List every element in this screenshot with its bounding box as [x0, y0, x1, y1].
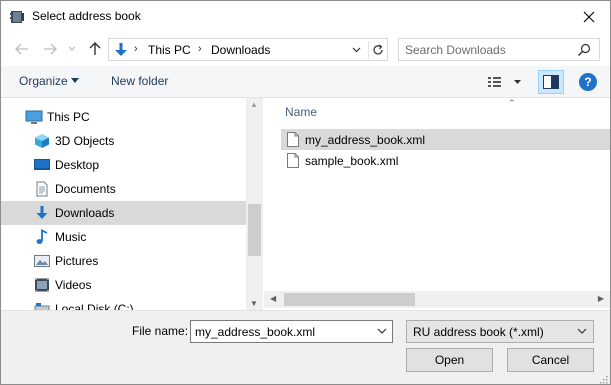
- change-view-button[interactable]: [487, 74, 525, 90]
- file-name-input[interactable]: [195, 324, 371, 340]
- nav-item-downloads[interactable]: Downloads: [1, 201, 246, 225]
- organize-button[interactable]: Organize: [19, 74, 68, 88]
- window-title: Select address book: [32, 9, 141, 23]
- dialog-footer: File name: RU address book (*.xml) Open …: [1, 310, 610, 384]
- breadcrumb-downloads[interactable]: Downloads: [211, 43, 270, 57]
- up-button[interactable]: [85, 38, 105, 60]
- nav-item-videos[interactable]: Videos: [1, 273, 246, 297]
- nav-item-label: Pictures: [55, 254, 99, 268]
- preview-pane-button[interactable]: [538, 70, 564, 94]
- view-details-icon: [488, 77, 521, 87]
- chevron-down-icon: [68, 46, 76, 51]
- nav-item-label: Downloads: [55, 206, 115, 220]
- scroll-left-icon[interactable]: ◀: [270, 294, 276, 303]
- nav-item-label: Videos: [55, 278, 92, 292]
- forward-button[interactable]: [39, 38, 61, 60]
- file-type-value: RU address book (*.xml): [413, 325, 544, 339]
- nav-item-local-disk[interactable]: Local Disk (C:): [1, 297, 246, 310]
- arrow-up-icon: [89, 42, 101, 55]
- file-name-label: File name:: [132, 324, 189, 338]
- file-list-pane: ⌃ Name my_address_book.xml sample_book.x…: [264, 98, 610, 310]
- downloads-icon: [112, 41, 130, 59]
- arrow-right-icon: [44, 43, 57, 55]
- file-list-horizontal-scrollbar[interactable]: ◀ ▶: [264, 291, 610, 308]
- new-folder-button[interactable]: New folder: [111, 74, 168, 88]
- nav-item-label: 3D Objects: [55, 134, 115, 148]
- videos-icon: [34, 277, 50, 293]
- file-icon: [287, 132, 299, 147]
- cancel-button[interactable]: Cancel: [507, 348, 594, 372]
- chevron-down-icon[interactable]: [376, 325, 388, 337]
- navigation-pane: This PC 3D Objects Desktop Documents Dow…: [1, 98, 263, 310]
- scrollbar-thumb[interactable]: [248, 204, 261, 256]
- open-button[interactable]: Open: [406, 348, 493, 372]
- address-bar[interactable]: › This PC › Downloads: [108, 38, 388, 61]
- nav-item-this-pc[interactable]: This PC: [1, 105, 246, 129]
- disk-icon: [34, 301, 50, 310]
- resize-grip-icon[interactable]: [598, 373, 608, 384]
- pc-icon: [25, 109, 43, 125]
- nav-item-desktop[interactable]: Desktop: [1, 153, 246, 177]
- file-dialog-window: Select address book › This PC › Download…: [0, 0, 611, 385]
- navigation-pane-scrollbar[interactable]: ▲ ▼: [246, 98, 262, 310]
- documents-icon: [34, 181, 50, 197]
- nav-item-label: Local Disk (C:): [55, 302, 134, 310]
- close-button[interactable]: [574, 5, 604, 29]
- file-row[interactable]: sample_book.xml: [281, 150, 610, 171]
- column-header-name[interactable]: Name: [285, 105, 317, 119]
- close-icon: [583, 11, 595, 23]
- nav-item-pictures[interactable]: Pictures: [1, 249, 246, 273]
- file-name: sample_book.xml: [305, 154, 399, 168]
- scrollbar-thumb[interactable]: [284, 293, 415, 306]
- nav-item-music[interactable]: Music: [1, 225, 246, 249]
- nav-item-documents[interactable]: Documents: [1, 177, 246, 201]
- file-name: my_address_book.xml: [305, 133, 426, 147]
- preview-pane-icon: [543, 75, 559, 89]
- breadcrumb-separator[interactable]: ›: [198, 43, 202, 55]
- chevron-down-icon: [352, 47, 360, 53]
- 3d-objects-icon: [34, 133, 50, 149]
- address-book-icon: [9, 9, 25, 25]
- breadcrumb-this-pc[interactable]: This PC: [148, 43, 191, 57]
- refresh-button[interactable]: [368, 41, 386, 59]
- scroll-right-icon[interactable]: ▶: [598, 294, 604, 303]
- desktop-icon: [34, 157, 50, 173]
- file-type-select[interactable]: RU address book (*.xml): [406, 320, 594, 343]
- navigation-bar: › This PC › Downloads: [1, 32, 610, 66]
- file-row[interactable]: my_address_book.xml: [281, 129, 610, 150]
- address-history-dropdown[interactable]: [348, 42, 364, 58]
- scroll-up-icon[interactable]: ▲: [250, 100, 258, 109]
- refresh-icon: [372, 44, 383, 55]
- search-icon[interactable]: [577, 43, 591, 57]
- help-button[interactable]: ?: [579, 73, 597, 91]
- command-toolbar: Organize New folder ?: [1, 66, 610, 98]
- recent-locations-button[interactable]: [65, 38, 79, 60]
- arrow-left-icon: [15, 43, 28, 55]
- back-button[interactable]: [11, 38, 33, 60]
- file-icon: [287, 153, 299, 168]
- nav-item-label: This PC: [47, 110, 90, 124]
- search-box[interactable]: [398, 38, 600, 61]
- pictures-icon: [34, 253, 50, 269]
- downloads-icon: [34, 205, 50, 221]
- file-name-combobox[interactable]: [190, 320, 393, 343]
- chevron-down-icon: [576, 325, 588, 337]
- breadcrumb-separator[interactable]: ›: [134, 43, 138, 55]
- nav-item-3d-objects[interactable]: 3D Objects: [1, 129, 246, 153]
- nav-item-label: Music: [55, 230, 87, 244]
- sort-ascending-icon: ⌃: [508, 98, 516, 108]
- title-bar[interactable]: Select address book: [1, 1, 610, 32]
- search-input[interactable]: [405, 42, 575, 58]
- scroll-down-icon[interactable]: ▼: [250, 299, 258, 308]
- nav-item-label: Documents: [55, 182, 116, 196]
- nav-item-label: Desktop: [55, 158, 100, 172]
- chevron-down-icon[interactable]: [71, 78, 79, 83]
- music-icon: [34, 229, 50, 245]
